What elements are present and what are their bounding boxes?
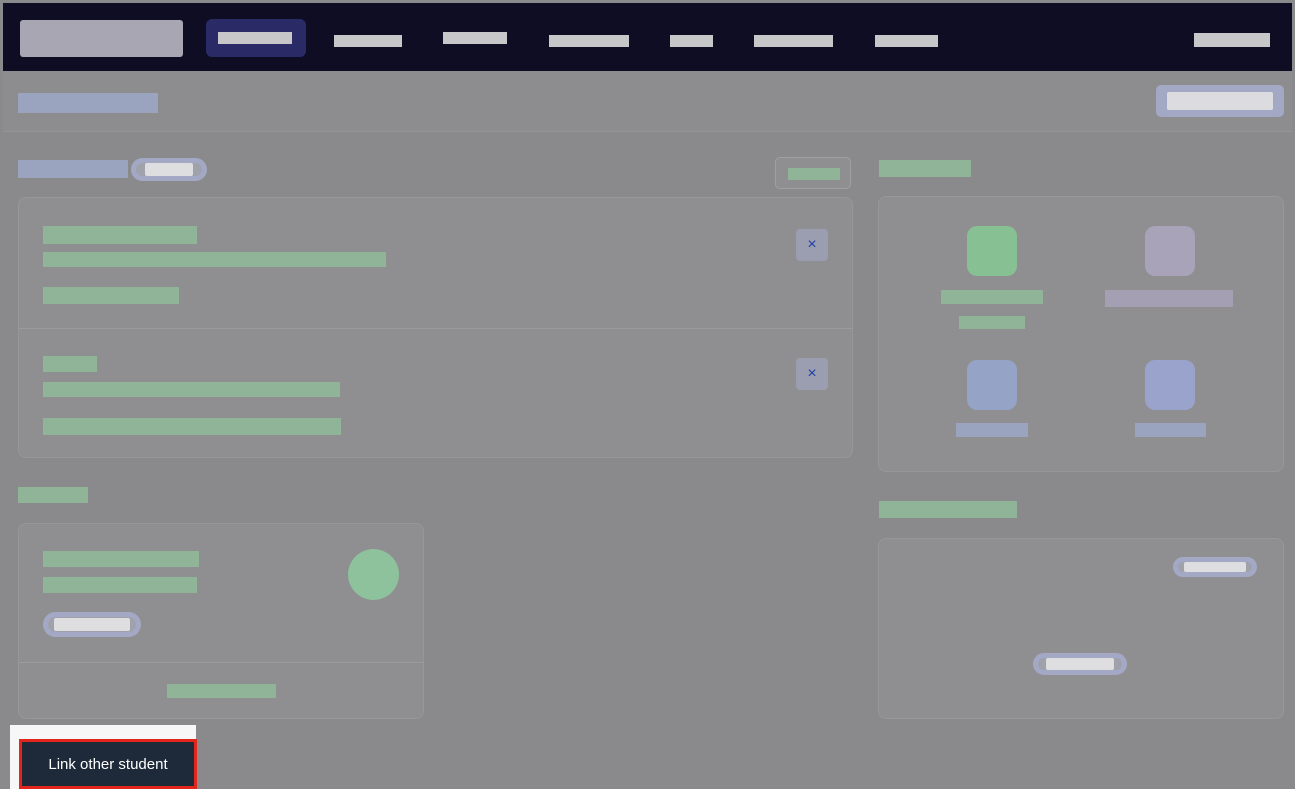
nav-item[interactable] [754,35,833,47]
summary-line [43,551,199,567]
remove-button[interactable]: × [796,358,828,390]
nav-item[interactable] [875,35,938,47]
action-tile-sublabel [959,316,1025,329]
action-tile-icon[interactable] [1145,226,1195,276]
section-title [18,160,128,178]
status-pill[interactable] [43,612,141,637]
list-item-subtitle [43,382,340,397]
filter-pill[interactable] [1173,557,1257,577]
close-icon: × [807,236,817,253]
list-item-meta [43,287,179,304]
page-header [3,71,1292,132]
link-other-student-button[interactable]: Link other student [19,739,197,789]
nav-item-active[interactable] [206,19,306,57]
nav-item[interactable] [549,35,629,47]
list-item-meta [43,418,341,435]
list-item-title [43,356,97,372]
section-action-button[interactable] [775,157,851,189]
student-summary-card [19,524,423,718]
card-footer-link[interactable] [167,684,276,698]
section-title [879,501,1017,518]
user-menu[interactable] [1194,33,1270,47]
avatar [348,549,399,600]
remove-button[interactable]: × [796,229,828,261]
action-tile-icon[interactable] [967,360,1017,410]
nav-item[interactable] [334,35,402,47]
empty-state-button[interactable] [1033,653,1127,675]
count-badge [131,158,207,181]
action-tile-icon[interactable] [967,226,1017,276]
list-item-title [43,226,197,244]
linked-students-card: × × [19,198,852,457]
section-title [18,487,88,503]
top-navigation-bar [3,3,1292,71]
summary-line [43,577,197,593]
section-title [879,160,971,177]
action-tile-label [1135,423,1206,437]
action-tile-label [956,423,1028,437]
list-item-subtitle [43,252,386,267]
action-tile-label [941,290,1043,304]
quick-actions-card [879,197,1283,471]
empty-state-card [879,539,1283,718]
page-title [18,93,158,113]
close-icon: × [807,365,817,382]
nav-item[interactable] [670,35,713,47]
nav-item[interactable] [443,32,507,44]
action-tile-label [1105,290,1233,307]
action-tile-icon[interactable] [1145,360,1195,410]
header-action-button[interactable] [1156,85,1284,117]
app-logo[interactable] [20,20,183,57]
